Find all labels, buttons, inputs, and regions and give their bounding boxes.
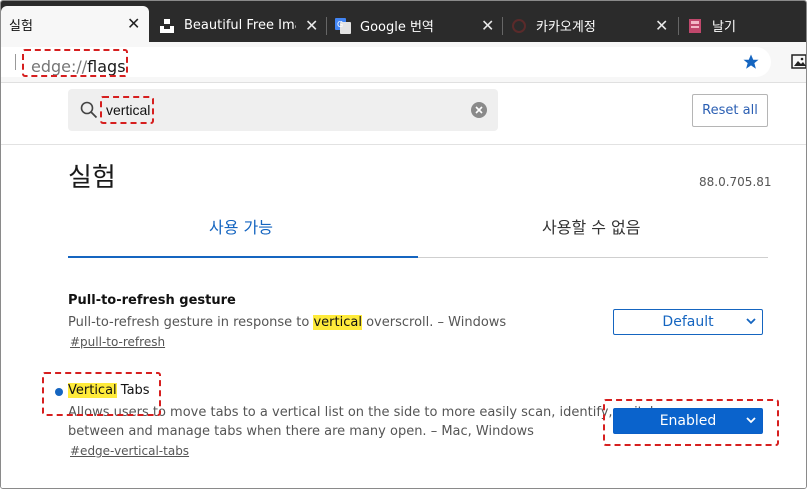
select-value: Default (662, 314, 714, 330)
tab-flags[interactable]: 실험 ✕ (1, 6, 149, 42)
annotation-box-enabled (603, 399, 779, 446)
tab-separator (502, 17, 503, 35)
version-label: 88.0.705.81 (699, 175, 772, 189)
chevron-down-icon (746, 318, 756, 325)
tab-google-translate[interactable]: G Google 번역 ✕ (335, 9, 501, 42)
tab-title: Beautiful Free Image (184, 18, 296, 33)
flags-page: Reset all 실험 88.0.705.81 사용 가능 사용할 수 없음 … (1, 83, 806, 488)
tab-kakao[interactable]: 카카오계정 ✕ (511, 9, 677, 42)
tab-unsplash[interactable]: Beautiful Free Image ✕ (159, 9, 325, 42)
tab-title: 날기 (712, 20, 736, 35)
tab-title: Google 번역 (360, 20, 434, 35)
svg-text:G: G (337, 20, 343, 29)
tab-unavailable[interactable]: 사용할 수 없음 (542, 214, 641, 238)
page-title: 실험 (68, 163, 116, 193)
search-highlight: vertical (313, 315, 362, 330)
desc-line: between and manage tabs when there are m… (68, 424, 534, 439)
tab-title: 실험 (9, 18, 33, 34)
tab-separator (326, 17, 327, 35)
tab-close-icon[interactable]: ✕ (481, 18, 494, 34)
reset-all-button[interactable]: Reset all (692, 94, 768, 127)
desc-text: Pull-to-refresh gesture in response to (68, 315, 314, 330)
search-input[interactable] (106, 99, 446, 121)
clear-icon[interactable] (471, 102, 487, 118)
annotation-box-vertical-tabs (42, 372, 161, 416)
tab-close-icon[interactable]: ✕ (305, 18, 318, 34)
annotation-box-url (22, 49, 128, 77)
tab-available[interactable]: 사용 가능 (209, 214, 273, 238)
experiment-name: Pull-to-refresh gesture (68, 293, 236, 308)
kakao-icon (512, 18, 526, 33)
address-divider (15, 54, 16, 70)
experiment-link[interactable]: #edge-vertical-tabs (70, 444, 189, 458)
tab-title: 카카오계정 (536, 20, 596, 35)
tab-diary[interactable]: 날기 (687, 9, 806, 42)
experiment-select[interactable]: Default (613, 309, 763, 335)
unsplash-icon (160, 18, 174, 33)
google-translate-icon: G (335, 17, 351, 34)
desc-text: overscroll. – Windows (361, 315, 507, 330)
active-tab-indicator (68, 256, 418, 258)
tab-close-icon[interactable]: ✕ (127, 16, 140, 32)
tab-close-icon[interactable]: ✕ (655, 18, 668, 34)
experiment-link[interactable]: #pull-to-refresh (70, 335, 165, 349)
tab-strip: 실험 ✕ Beautiful Free Image ✕ G Google 번역 … (1, 1, 806, 42)
search-icon (80, 101, 98, 119)
star-icon[interactable] (742, 53, 760, 71)
annotation-box-search (100, 96, 154, 124)
tab-separator (678, 17, 679, 35)
diary-icon (689, 18, 701, 33)
experiment-description: Pull-to-refresh gesture in response to v… (68, 313, 506, 332)
header-divider (1, 144, 806, 145)
image-icon[interactable] (791, 53, 807, 71)
browser-window: 실험 ✕ Beautiful Free Image ✕ G Google 번역 … (0, 0, 807, 489)
